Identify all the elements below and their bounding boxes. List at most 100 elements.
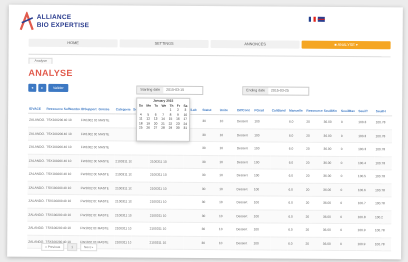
table-cell: 36.00 <box>321 223 340 237</box>
table-cell <box>165 235 184 250</box>
calendar-day[interactable]: 28 <box>160 126 166 131</box>
next-button[interactable]: ▸ <box>38 83 47 92</box>
column-header[interactable]: PGrad <box>253 106 271 115</box>
validate-button[interactable]: Valider <box>48 83 69 93</box>
table-cell: TSX100200 <box>44 194 63 209</box>
prev-button[interactable]: ◂ <box>28 83 37 92</box>
tab-analyse[interactable]: Analyse <box>28 57 53 64</box>
table-cell: TSX100200 <box>45 113 63 128</box>
table-cell: 100.78 <box>374 169 392 184</box>
column-header[interactable]: IDVACE <box>28 104 46 114</box>
table-cell <box>131 167 150 182</box>
table-cell: 100.8 <box>356 210 375 224</box>
column-header[interactable]: Grosse <box>97 105 115 114</box>
table-cell: Dessert <box>235 155 254 169</box>
table-cell: 6.0 <box>287 236 305 251</box>
table-cell: 10 <box>218 114 237 129</box>
table-cell <box>131 140 150 155</box>
table-cell: Dessert <box>235 141 254 156</box>
table-cell: 30 <box>201 114 219 129</box>
column-header[interactable]: SeuilMax <box>340 106 358 116</box>
table-cell: 0 <box>339 223 357 238</box>
pager-next-button[interactable]: Next » <box>80 243 98 252</box>
table-cell: 100.78 <box>374 142 392 157</box>
column-header[interactable]: Categorie <box>114 105 133 114</box>
column-header[interactable]: Ressource <box>45 104 63 114</box>
column-header[interactable]: SeuilMin <box>322 106 341 116</box>
table-cell: 40 10 <box>61 221 80 236</box>
calendar-day[interactable]: 26 <box>145 126 151 131</box>
table-cell: TSX100200 <box>45 126 63 141</box>
table-cell: MASTE <box>97 140 115 155</box>
table-cell: 100 <box>253 155 271 169</box>
calendar-day[interactable]: 25 <box>138 126 144 131</box>
table-cell: 100.9 <box>356 223 374 238</box>
table-cell: 20 <box>304 223 322 237</box>
calendar-day[interactable]: 30 <box>175 126 181 131</box>
table-cell: 2100311 102018 <box>148 222 166 236</box>
nav-item-home[interactable]: HOME <box>28 38 118 48</box>
column-header[interactable]: SeuilH <box>374 107 393 116</box>
table-cell: 100.3 <box>357 115 375 130</box>
table-cell: 40 10 <box>62 113 81 128</box>
column-header[interactable]: Manuelle <box>288 106 306 116</box>
brand-logo[interactable]: ALLIANCE BIO EXPERTISE <box>19 11 109 37</box>
table-cell: 100 <box>253 128 271 142</box>
calendar-day[interactable]: 29 <box>167 126 173 131</box>
flag-uk-icon[interactable] <box>317 16 325 23</box>
analysis-table: IDVACE Ressource SufNombre IDSupport Grosse C… <box>27 104 393 252</box>
column-header[interactable]: DiffCont <box>236 106 254 115</box>
table-cell: 20 <box>305 142 323 156</box>
start-date-field[interactable]: Starting date 2015-03-15 <box>136 85 204 95</box>
calendar-grid: 1 2 3 4 5 6 7 8 9 10 11 12 13 14 15 16 17 18 19 20 21 22 23 24 2… <box>137 108 189 131</box>
column-header[interactable]: IDSupport <box>80 105 98 114</box>
table-cell: 2100311 102018 <box>114 167 132 182</box>
table-cell: 2100311 102018 <box>148 181 167 196</box>
table-cell: 36.00 <box>322 155 340 170</box>
table-cell: 20 <box>304 209 323 224</box>
nav-item-settings[interactable]: SETTINGS <box>119 39 209 49</box>
table-cell: FW1002 004 064005 <box>80 113 98 128</box>
calendar-day[interactable]: 31 <box>182 126 188 131</box>
table-cell: 6.0 <box>287 115 306 129</box>
table-cell: 100 <box>252 222 270 237</box>
app-window: ALLIANCE BIO EXPERTISE HOME SETTINGS ANN… <box>7 4 403 260</box>
table-cell: FW1002 004 064006 <box>79 140 98 155</box>
column-header[interactable]: SufNombre <box>62 105 81 114</box>
nav-item-annonces[interactable]: ANNONCES <box>210 40 300 49</box>
flag-fr-icon[interactable] <box>308 16 316 22</box>
table-cell: ZALANDO... <box>27 140 46 154</box>
table-cell: 20 <box>305 128 323 143</box>
table-cell <box>183 154 202 169</box>
table-cell <box>131 221 149 236</box>
main-nav: HOME SETTINGS ANNONCES ■ ANALYSE ▾ <box>28 38 391 50</box>
table-cell: 36.00 <box>321 236 340 251</box>
table-cell <box>183 181 201 196</box>
pager-page-button[interactable]: 1 <box>67 243 78 252</box>
pager-prev-button[interactable]: « Previous <box>41 242 65 252</box>
table-cell: 100.3 <box>357 142 375 157</box>
table-cell: 0 <box>339 196 357 211</box>
column-header[interactable]: Statut <box>201 105 219 115</box>
column-header[interactable]: SeuilT <box>357 107 375 116</box>
table-cell: 0 <box>339 128 358 143</box>
table-cell: 36.00 <box>321 209 340 224</box>
table-cell: 36.00 <box>322 182 340 197</box>
table-cell: 100.78 <box>374 129 393 143</box>
page-title: ANALYSE <box>28 67 73 79</box>
end-date-field[interactable]: Ending date 2015-03-25 <box>242 86 310 96</box>
table-cell: Dessert <box>235 195 253 210</box>
table-cell: 36.00 <box>322 169 340 183</box>
column-header[interactable]: Ressource <box>305 106 323 116</box>
table-cell: FW1002 004 064005 <box>79 127 98 141</box>
calendar-day[interactable]: 27 <box>153 126 159 131</box>
column-header[interactable]: CaliBand <box>270 106 289 116</box>
table-cell: 100.78 <box>373 223 392 238</box>
table-cell: TSX100200 <box>44 180 63 195</box>
table-cell: 30 <box>200 208 219 223</box>
column-header[interactable]: Unite <box>218 106 237 115</box>
nav-item-analyse[interactable]: ■ ANALYSE ▾ <box>301 40 391 50</box>
table-cell <box>131 181 149 196</box>
table-cell <box>166 168 184 182</box>
date-picker[interactable]: January 2015 Su Mo Tu We Th Fr Sa 1 2 3 4 5 6 7 8 9 10 1… <box>135 97 191 142</box>
